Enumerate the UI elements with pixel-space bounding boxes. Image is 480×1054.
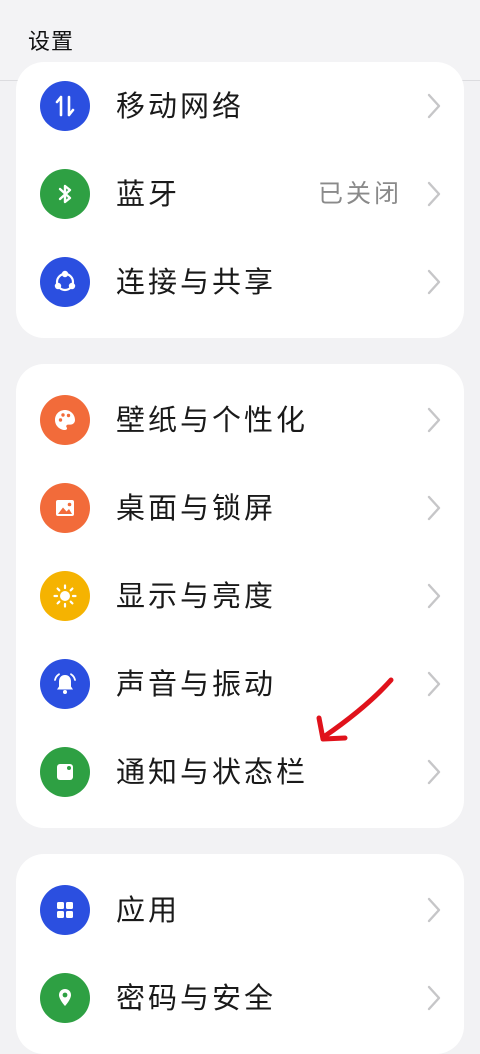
chevron-right-icon xyxy=(427,495,441,521)
bell-icon xyxy=(40,659,90,709)
settings-item-connection-sharing[interactable]: 连接与共享 xyxy=(16,238,464,326)
notification-icon xyxy=(40,747,90,797)
settings-item-label: 密码与安全 xyxy=(116,981,277,1015)
settings-item-desktop-lockscreen[interactable]: 桌面与锁屏 xyxy=(16,464,464,552)
location-shield-icon xyxy=(40,973,90,1023)
palette-icon xyxy=(40,395,90,445)
settings-group-personalization: 壁纸与个性化 桌面与锁屏 显示与亮度 声音与振动 通知与状态栏 xyxy=(16,364,464,828)
chevron-right-icon xyxy=(427,759,441,785)
settings-item-label: 声音与振动 xyxy=(116,667,277,701)
bluetooth-status: 已关闭 xyxy=(317,179,402,208)
settings-item-bluetooth[interactable]: 蓝牙 已关闭 xyxy=(16,150,464,238)
share-icon xyxy=(40,257,90,307)
chevron-right-icon xyxy=(427,671,441,697)
settings-item-wallpaper-personalization[interactable]: 壁纸与个性化 xyxy=(16,376,464,464)
settings-item-label: 移动网络 xyxy=(116,89,245,123)
chevron-right-icon xyxy=(427,897,441,923)
settings-group-connectivity: 移动网络 蓝牙 已关闭 连接与共享 xyxy=(16,62,464,338)
red-arrow-annotation xyxy=(316,677,394,742)
settings-item-mobile-network[interactable]: 移动网络 xyxy=(16,62,464,150)
settings-item-label: 蓝牙 xyxy=(116,177,181,211)
settings-item-label: 通知与状态栏 xyxy=(116,755,309,789)
chevron-right-icon xyxy=(427,93,441,119)
settings-item-label: 显示与亮度 xyxy=(116,579,277,613)
settings-item-label: 连接与共享 xyxy=(116,265,277,299)
settings-item-label: 桌面与锁屏 xyxy=(116,491,277,525)
image-icon xyxy=(40,483,90,533)
settings-item-label: 壁纸与个性化 xyxy=(116,403,309,437)
apps-grid-icon xyxy=(40,885,90,935)
settings-item-password-security[interactable]: 密码与安全 xyxy=(16,954,464,1042)
chevron-right-icon xyxy=(427,583,441,609)
chevron-right-icon xyxy=(427,269,441,295)
page-title: 设置 xyxy=(28,30,75,55)
chevron-right-icon xyxy=(427,181,441,207)
bluetooth-icon xyxy=(40,169,90,219)
settings-item-label: 应用 xyxy=(116,893,181,927)
sun-icon xyxy=(40,571,90,621)
settings-item-apps[interactable]: 应用 xyxy=(16,866,464,954)
settings-group-apps-security: 应用 密码与安全 xyxy=(16,854,464,1054)
chevron-right-icon xyxy=(427,407,441,433)
chevron-right-icon xyxy=(427,985,441,1011)
mobile-data-icon xyxy=(40,81,90,131)
settings-item-display-brightness[interactable]: 显示与亮度 xyxy=(16,552,464,640)
